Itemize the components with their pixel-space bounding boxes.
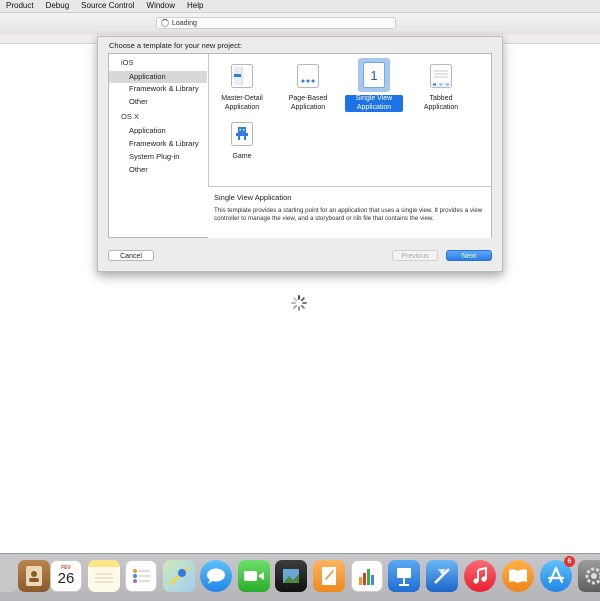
sidebar-header-ios: iOS	[121, 58, 134, 67]
menu-window[interactable]: Window	[141, 0, 181, 12]
app-store-icon[interactable]: 6	[540, 556, 575, 592]
template-label: Tabbed Application	[423, 95, 459, 111]
next-button[interactable]: Next	[446, 250, 492, 261]
cancel-button[interactable]: Cancel	[108, 250, 154, 261]
page-based-icon	[297, 64, 319, 88]
ibooks-icon[interactable]	[502, 560, 534, 592]
template-chooser-sheet: Choose a template for your new project: …	[97, 36, 503, 272]
calendar-day: 26	[57, 570, 75, 587]
partial-app-icon[interactable]	[0, 560, 18, 592]
xcode-icon[interactable]	[426, 560, 458, 592]
template-page-based[interactable]: Page-Based Application	[279, 60, 337, 112]
description-title: Single View Application	[214, 193, 292, 202]
menu-product[interactable]: Product	[0, 0, 40, 12]
calendar-icon[interactable]: FEV 26	[50, 560, 82, 592]
previous-button[interactable]: Previous	[392, 250, 438, 261]
template-sidebar: iOS Application Framework & Library Othe…	[109, 54, 209, 237]
notes-icon[interactable]	[88, 560, 120, 592]
loading-spinner-icon	[291, 295, 307, 311]
photo-booth-icon[interactable]	[275, 560, 307, 592]
system-preferences-icon[interactable]	[578, 560, 600, 592]
facetime-icon[interactable]	[238, 560, 270, 592]
keynote-icon[interactable]	[388, 560, 420, 592]
itunes-icon[interactable]	[464, 560, 496, 592]
activity-view: Loading	[156, 17, 396, 29]
messages-icon[interactable]	[200, 560, 232, 592]
game-icon	[231, 122, 253, 146]
template-single-view[interactable]: 1 Single View Application	[345, 58, 403, 112]
template-master-detail[interactable]: Master-Detail Application	[213, 60, 271, 112]
description-body: This template provides a starting point …	[214, 207, 483, 222]
dock: FEV 26 6	[0, 553, 600, 601]
pages-icon[interactable]	[313, 560, 345, 592]
template-game[interactable]: Game	[213, 118, 271, 162]
window-toolbar: Loading	[0, 13, 600, 36]
contacts-icon[interactable]	[18, 560, 50, 592]
single-view-glyph: 1	[370, 68, 377, 83]
numbers-icon[interactable]	[351, 560, 383, 592]
sidebar-item-osx-other[interactable]: Other	[109, 164, 207, 176]
tabbed-icon	[430, 64, 452, 88]
template-description: Single View Application This template pr…	[208, 186, 491, 238]
maps-icon[interactable]	[163, 560, 195, 592]
activity-text: Loading	[172, 19, 197, 27]
app-store-badge: 6	[564, 556, 575, 567]
template-grid: Master-Detail Application Page-Based App…	[209, 54, 491, 185]
template-label: Master-Detail Application	[221, 95, 263, 111]
template-label: Page-Based Application	[288, 95, 328, 111]
template-label: Single View Application	[345, 95, 403, 112]
menu-help[interactable]: Help	[181, 0, 209, 12]
single-view-icon: 1	[363, 62, 385, 88]
template-tabbed[interactable]: Tabbed Application	[412, 60, 470, 112]
template-panel: iOS Application Framework & Library Othe…	[108, 53, 492, 238]
sidebar-item-ios-framework-library[interactable]: Framework & Library	[109, 83, 207, 95]
activity-spinner-icon	[161, 19, 169, 27]
sidebar-header-osx: OS X	[121, 112, 139, 121]
sidebar-item-osx-system-plugin[interactable]: System Plug-in	[109, 151, 207, 163]
reminders-icon[interactable]	[125, 560, 157, 592]
sidebar-item-osx-application[interactable]: Application	[109, 125, 207, 137]
master-detail-icon	[231, 64, 253, 88]
sidebar-item-ios-other[interactable]: Other	[109, 96, 207, 108]
menu-debug[interactable]: Debug	[40, 0, 76, 12]
sidebar-item-osx-framework-library[interactable]: Framework & Library	[109, 138, 207, 150]
sidebar-item-ios-application[interactable]: Application	[109, 71, 207, 83]
sheet-title: Choose a template for your new project:	[109, 41, 242, 50]
menu-bar: Product Debug Source Control Window Help	[0, 0, 600, 13]
menu-source-control[interactable]: Source Control	[75, 0, 140, 12]
template-label: Game	[232, 153, 252, 160]
